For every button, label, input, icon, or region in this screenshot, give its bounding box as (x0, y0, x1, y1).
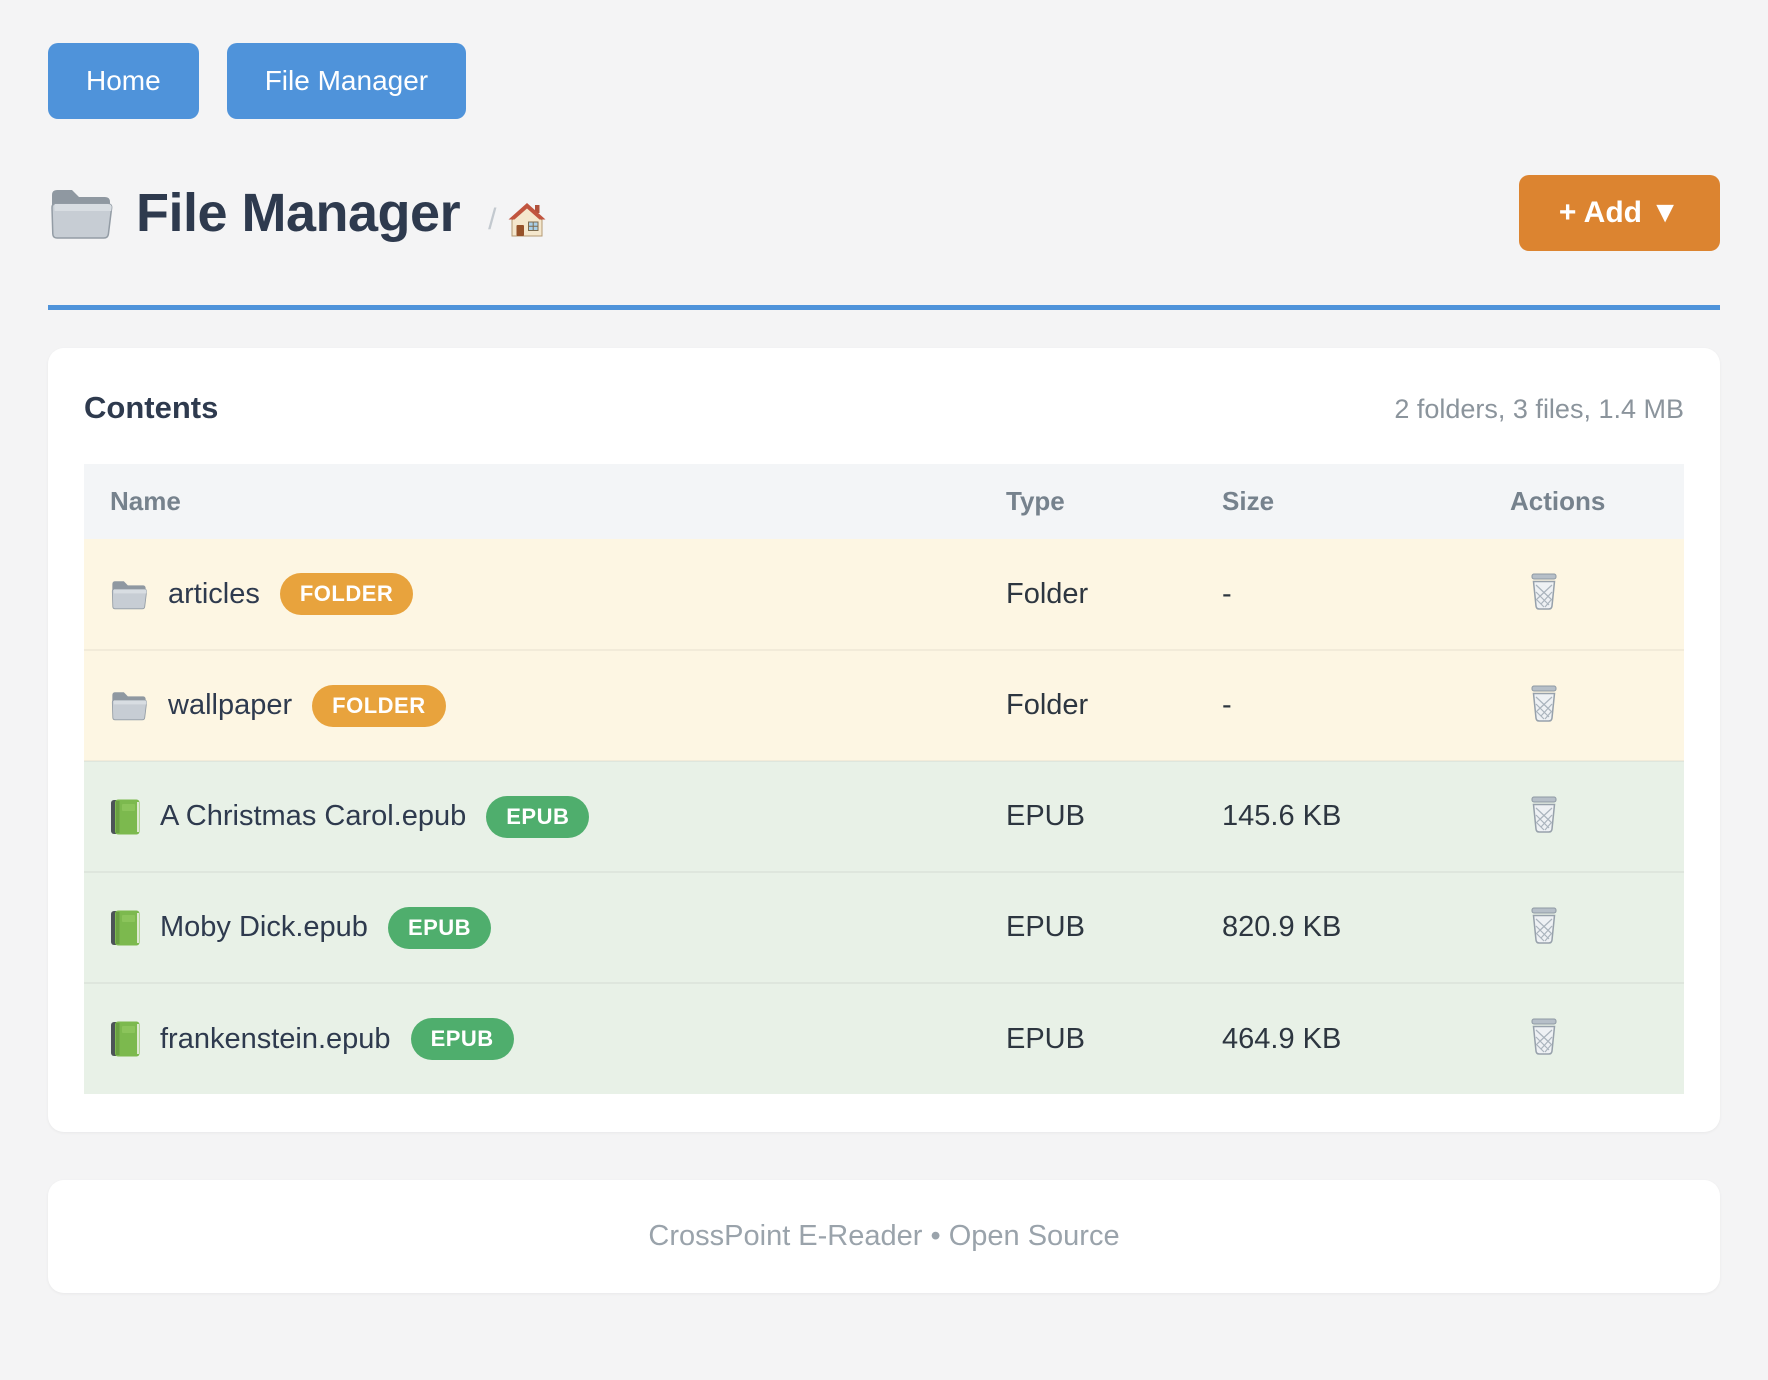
page-footer: CrossPoint E-Reader • Open Source (48, 1180, 1720, 1293)
breadcrumb: / (488, 202, 546, 238)
type-badge: FOLDER (312, 685, 445, 727)
type-cell: Folder (980, 539, 1196, 650)
column-header-size: Size (1196, 464, 1484, 539)
delete-button[interactable] (1524, 681, 1564, 727)
file-name-link[interactable]: wallpaper (168, 689, 292, 722)
type-badge: FOLDER (280, 573, 413, 615)
contents-summary: 2 folders, 3 files, 1.4 MB (1394, 394, 1684, 425)
delete-button[interactable] (1524, 792, 1564, 838)
size-cell: - (1196, 650, 1484, 761)
file-name-link[interactable]: Moby Dick.epub (160, 911, 368, 944)
page-header: File Manager / + Add ▼ (48, 175, 1720, 310)
type-badge: EPUB (388, 907, 491, 949)
green-book-icon (110, 910, 140, 946)
add-button[interactable]: + Add ▼ (1519, 175, 1720, 251)
file-manager-nav-button[interactable]: File Manager (227, 43, 466, 119)
file-name-link[interactable]: frankenstein.epub (160, 1023, 391, 1056)
folder-icon (110, 690, 148, 721)
wastebasket-icon (1528, 1018, 1560, 1056)
type-cell: EPUB (980, 761, 1196, 872)
home-nav-button[interactable]: Home (48, 43, 199, 119)
table-row: wallpaper FOLDER Folder - (84, 650, 1684, 761)
footer-text: CrossPoint E-Reader • Open Source (648, 1220, 1119, 1252)
column-header-name: Name (84, 464, 980, 539)
column-header-actions: Actions (1484, 464, 1684, 539)
delete-button[interactable] (1524, 569, 1564, 615)
table-row: frankenstein.epub EPUB EPUB 464.9 KB (84, 983, 1684, 1094)
size-cell: 464.9 KB (1196, 983, 1484, 1094)
green-book-icon (110, 799, 140, 835)
table-header-row: Name Type Size Actions (84, 464, 1684, 539)
contents-heading: Contents (84, 390, 218, 426)
wastebasket-icon (1528, 796, 1560, 834)
table-row: Moby Dick.epub EPUB EPUB 820.9 KB (84, 872, 1684, 983)
page-title: File Manager (136, 182, 460, 244)
wastebasket-icon (1528, 907, 1560, 945)
table-row: A Christmas Carol.epub EPUB EPUB 145.6 K… (84, 761, 1684, 872)
page: Home File Manager File Manager / + Add ▼… (0, 0, 1768, 1293)
type-badge: EPUB (486, 796, 589, 838)
folder-icon (48, 186, 114, 240)
house-icon (508, 202, 546, 238)
size-cell: 820.9 KB (1196, 872, 1484, 983)
delete-button[interactable] (1524, 903, 1564, 949)
delete-button[interactable] (1524, 1014, 1564, 1060)
table-row: articles FOLDER Folder - (84, 539, 1684, 650)
green-book-icon (110, 1021, 140, 1057)
file-name-link[interactable]: articles (168, 578, 260, 611)
type-cell: Folder (980, 650, 1196, 761)
column-header-type: Type (980, 464, 1196, 539)
file-name-link[interactable]: A Christmas Carol.epub (160, 800, 466, 833)
size-cell: 145.6 KB (1196, 761, 1484, 872)
size-cell: - (1196, 539, 1484, 650)
breadcrumb-separator: / (488, 203, 496, 237)
type-cell: EPUB (980, 983, 1196, 1094)
wastebasket-icon (1528, 573, 1560, 611)
file-table: Name Type Size Actions articles FOLDER F… (84, 464, 1684, 1094)
breadcrumb-home-button[interactable] (508, 202, 546, 238)
folder-icon (110, 579, 148, 610)
contents-card: Contents 2 folders, 3 files, 1.4 MB Name… (48, 348, 1720, 1132)
type-cell: EPUB (980, 872, 1196, 983)
type-badge: EPUB (411, 1018, 514, 1060)
top-nav: Home File Manager (48, 0, 1720, 119)
wastebasket-icon (1528, 685, 1560, 723)
